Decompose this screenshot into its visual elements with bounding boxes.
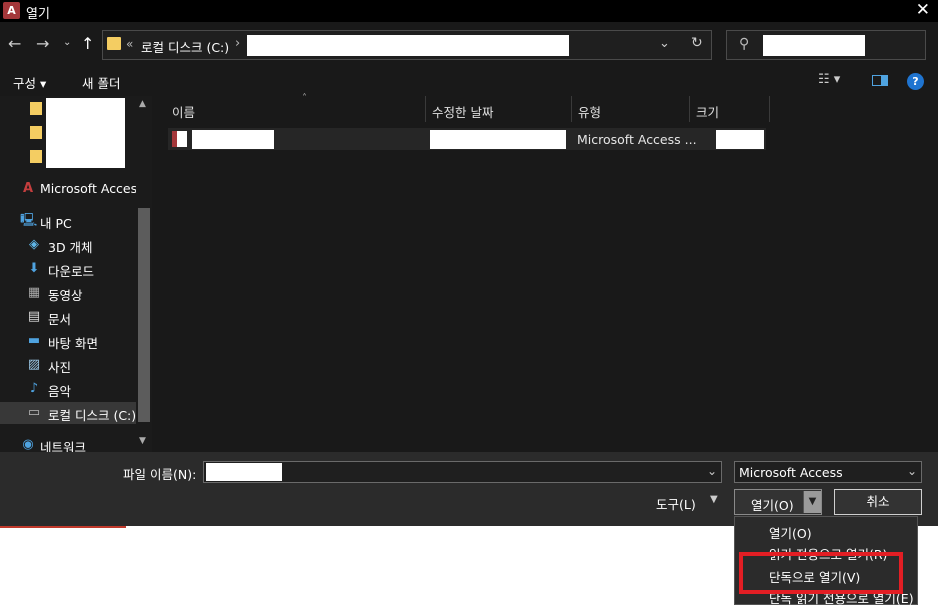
address-bar[interactable]: « 로컬 디스크 (C:) › ⌄ ↻ <box>102 30 712 60</box>
new-folder-button[interactable]: 새 폴더 <box>82 73 120 92</box>
help-icon[interactable]: ? <box>907 73 924 90</box>
column-header-date-modified[interactable]: 수정한 날짜 <box>426 96 572 122</box>
scrollbar-thumb[interactable] <box>138 208 150 422</box>
preview-pane-icon[interactable] <box>872 75 888 86</box>
file-list: 이름 ˄ 수정한 날짜 유형 크기 Microsoft Access ... <box>154 93 938 452</box>
breadcrumb-chevron-icon[interactable]: › <box>235 36 240 51</box>
file-type-select[interactable]: Microsoft Access ⌄ <box>734 461 922 483</box>
file-type-value: Microsoft Access <box>739 465 843 480</box>
close-icon[interactable]: ✕ <box>916 0 930 20</box>
folder-icon[interactable] <box>30 150 42 163</box>
cube-icon: ◈ <box>29 237 39 252</box>
access-icon: A <box>22 181 34 196</box>
network-icon: ◉ <box>22 437 34 452</box>
redacted-file-size <box>716 130 764 149</box>
filename-input[interactable]: ⌄ <box>203 461 722 483</box>
up-arrow-icon[interactable]: ↑ <box>81 34 94 53</box>
open-dialog: A 열기 ✕ ← → ⌄ ↑ « 로컬 디스크 (C:) › ⌄ ↻ ⚲ 구성 … <box>0 0 938 526</box>
tools-dropdown-icon[interactable]: ▼ <box>710 494 718 505</box>
background-accent <box>0 526 126 528</box>
pc-icon: 🖳 <box>20 213 38 228</box>
nav-item-videos[interactable]: ▦ 동영상 <box>0 282 138 304</box>
annotation-highlight-box <box>739 552 903 594</box>
redacted-filename <box>206 463 282 481</box>
nav-item-downloads[interactable]: ⬇ 다운로드 <box>0 258 138 280</box>
view-options-icon[interactable]: ☷ ▾ <box>818 72 840 87</box>
search-input[interactable]: ⚲ <box>726 30 926 60</box>
filename-label: 파일 이름(N): <box>123 467 197 482</box>
chevron-down-icon[interactable]: ⌄ <box>659 36 670 51</box>
folder-icon[interactable] <box>30 102 42 115</box>
breadcrumb-local-disk[interactable]: 로컬 디스크 (C:) <box>141 37 229 56</box>
breadcrumb-overflow[interactable]: « <box>126 37 133 51</box>
folder-icon[interactable] <box>30 126 42 139</box>
column-header-name[interactable]: 이름 ˄ <box>166 93 426 122</box>
open-button[interactable]: 열기(O) ▼ <box>734 489 822 515</box>
address-row: ← → ⌄ ↑ « 로컬 디스크 (C:) › ⌄ ↻ ⚲ <box>0 26 938 64</box>
column-header-type[interactable]: 유형 <box>572 96 690 122</box>
chevron-down-icon[interactable]: ⌄ <box>707 464 717 478</box>
menu-item-open[interactable]: 열기(O) <box>769 523 812 542</box>
nav-item-microsoft-access[interactable]: A Microsoft Access <box>0 178 144 200</box>
redacted-path <box>247 35 569 56</box>
search-icon: ⚲ <box>739 36 750 52</box>
dialog-footer: 파일 이름(N): ⌄ Microsoft Access ⌄ 도구(L) ▼ 열… <box>0 452 938 526</box>
back-arrow-icon[interactable]: ← <box>8 34 21 53</box>
picture-icon: ▨ <box>27 357 41 372</box>
window-title: 열기 <box>26 7 50 22</box>
command-bar: 구성 ▾ 새 폴더 ☷ ▾ ? <box>0 66 938 94</box>
tools-button[interactable]: 도구(L) <box>656 494 696 513</box>
open-split-dropdown-icon[interactable]: ▼ <box>803 491 821 513</box>
title-bar: A 열기 ✕ <box>0 0 938 22</box>
chevron-down-icon[interactable]: ⌄ <box>907 464 917 478</box>
nav-item-documents[interactable]: ▤ 문서 <box>0 306 138 328</box>
nav-item-3d-objects[interactable]: ◈ 3D 개체 <box>0 234 138 256</box>
access-file-icon <box>172 131 187 147</box>
table-row[interactable]: Microsoft Access ... <box>168 128 766 150</box>
redacted-folder-names <box>46 98 125 168</box>
column-header-size[interactable]: 크기 <box>690 96 770 122</box>
cancel-button[interactable]: 취소 <box>834 489 922 515</box>
download-icon: ⬇ <box>28 261 40 276</box>
nav-item-pictures[interactable]: ▨ 사진 <box>0 354 138 376</box>
desktop-icon: ▬ <box>27 333 41 348</box>
nav-item-this-pc[interactable]: 🖳 내 PC <box>0 210 138 232</box>
organize-button[interactable]: 구성 ▾ <box>13 73 46 92</box>
access-app-icon: A <box>3 2 20 19</box>
nav-item-local-disk[interactable]: ▭ 로컬 디스크 (C:) <box>0 402 138 424</box>
nav-item-music[interactable]: ♪ 음악 <box>0 378 138 400</box>
folder-icon <box>107 37 121 50</box>
redacted-search-placeholder <box>763 35 865 56</box>
recent-locations-chevron-icon[interactable]: ⌄ <box>63 37 71 48</box>
redacted-file-name <box>192 130 274 149</box>
refresh-icon[interactable]: ↻ <box>691 35 703 51</box>
file-type-cell: Microsoft Access ... <box>577 132 697 147</box>
drive-icon: ▭ <box>27 405 41 420</box>
redacted-modified-date <box>430 130 566 149</box>
video-icon: ▦ <box>27 285 41 300</box>
music-icon: ♪ <box>29 381 39 396</box>
nav-scrollbar[interactable]: ▲ ▼ <box>136 96 152 452</box>
nav-item-desktop[interactable]: ▬ 바탕 화면 <box>0 330 138 352</box>
navigation-pane: A Microsoft Access 🖳 내 PC ◈ 3D 개체 ⬇ 다운로드… <box>0 96 152 455</box>
forward-arrow-icon[interactable]: → <box>36 34 49 53</box>
scroll-up-icon[interactable]: ▲ <box>139 99 146 109</box>
document-icon: ▤ <box>27 309 41 324</box>
scroll-down-icon[interactable]: ▼ <box>139 436 146 446</box>
sort-ascending-icon: ˄ <box>302 93 307 104</box>
